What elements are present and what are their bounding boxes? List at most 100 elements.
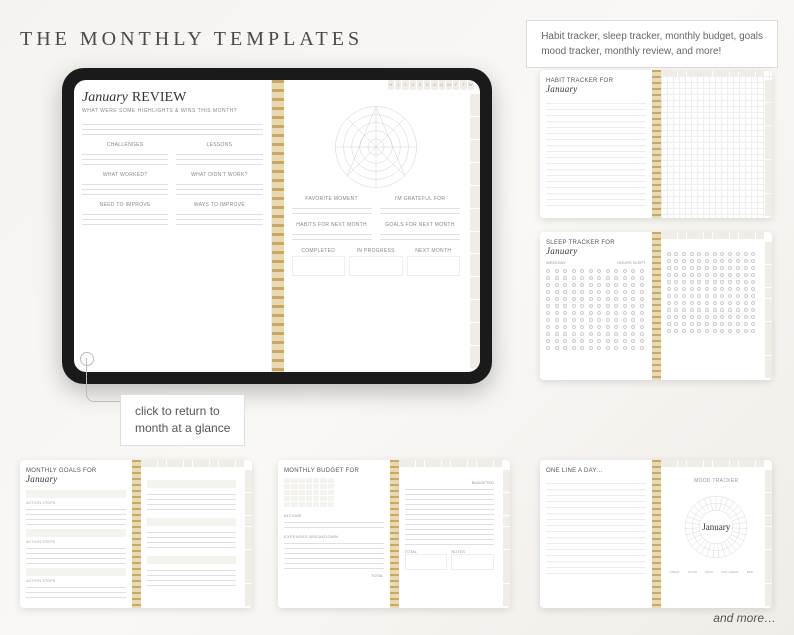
top-tabs — [399, 460, 503, 467]
tab[interactable]: W — [468, 80, 474, 90]
review-prompt: WHAT WERE SOME HIGHLIGHTS & WINS THIS MO… — [82, 108, 263, 114]
month-tab[interactable] — [470, 117, 480, 139]
month-tabs[interactable] — [470, 94, 480, 368]
tab[interactable]: M — [446, 80, 452, 90]
writing-lines — [26, 583, 126, 599]
writing-lines — [176, 210, 262, 228]
radar-chart — [331, 102, 421, 192]
goal-header — [147, 480, 237, 488]
tab[interactable]: 3 — [410, 80, 416, 90]
box — [451, 554, 494, 570]
feature-subtitle: Habit tracker, sleep tracker, monthly bu… — [526, 20, 778, 68]
top-tabs — [661, 460, 765, 467]
side-tabs — [503, 470, 510, 606]
ipad-device: JanuaryREVIEW WHAT WERE SOME HIGHLIGHTS … — [62, 68, 492, 384]
month-tab[interactable] — [470, 140, 480, 162]
month-tab[interactable] — [470, 300, 480, 322]
subtitle-line: Habit tracker, sleep tracker, monthly bu… — [541, 29, 763, 44]
writing-lines — [26, 544, 126, 564]
section-in-progress: IN PROGRESS — [349, 248, 403, 254]
goal-header — [26, 490, 126, 498]
thumb-title: SLEEP TRACKER FOR January — [546, 240, 646, 256]
thumb-title: ONE LINE A DAY… — [546, 468, 646, 474]
spiral-binding — [652, 70, 661, 218]
writing-lines — [292, 230, 372, 244]
review-word: REVIEW — [132, 90, 186, 105]
tab[interactable]: T — [460, 80, 466, 90]
section-favorite: FAVORITE MOMENT — [292, 196, 372, 202]
box — [405, 554, 448, 570]
tab[interactable]: 1 — [395, 80, 401, 90]
thumb-title: MONTHLY GOALS FOR January — [26, 468, 126, 484]
writing-lines — [147, 566, 237, 586]
box — [407, 256, 461, 276]
goal-header — [147, 556, 237, 564]
writing-lines — [380, 230, 460, 244]
thumb-monthly-goals[interactable]: MONTHLY GOALS FOR January ACTION STEPS A… — [20, 460, 252, 608]
habit-grid — [661, 70, 773, 218]
writing-lines — [82, 180, 168, 198]
writing-lines — [176, 150, 262, 168]
total-label: TOTAL — [284, 573, 384, 578]
spiral-binding — [652, 460, 661, 608]
writing-lines — [26, 505, 126, 525]
month-tab[interactable] — [470, 254, 480, 276]
month-tab[interactable] — [470, 232, 480, 254]
top-tabs — [661, 70, 765, 77]
month-tab[interactable] — [470, 94, 480, 116]
habit-rows — [546, 98, 646, 208]
page-title: THE MONTHLY TEMPLATES — [20, 28, 363, 51]
section-need-improve: NEED TO IMPROVE — [82, 202, 168, 208]
thumb-habit-tracker[interactable]: HABIT TRACKER FOR January — [540, 70, 772, 218]
and-more-text: and more… — [713, 611, 776, 625]
thumb-mood-tracker[interactable]: ONE LINE A DAY… MOOD TRACKER January GRE… — [540, 460, 772, 608]
tab[interactable]: H — [388, 80, 394, 90]
section-challenges: CHALLENGES — [82, 142, 168, 148]
ipad-screen: JanuaryREVIEW WHAT WERE SOME HIGHLIGHTS … — [74, 80, 480, 372]
tab[interactable]: 2 — [402, 80, 408, 90]
writing-lines — [82, 150, 168, 168]
spiral-binding — [652, 232, 661, 380]
writing-lines — [380, 204, 460, 218]
thumb-title: MONTHLY BUDGET FOR — [284, 468, 384, 474]
top-tabs[interactable]: H123456QMFTW — [382, 80, 480, 90]
col-label: WEEKDAY — [546, 260, 566, 265]
month-tab[interactable] — [470, 163, 480, 185]
callout-tooltip: click to return to month at a glance — [120, 394, 245, 446]
col-label: HOURS SLEPT — [617, 260, 645, 265]
tab[interactable]: F — [453, 80, 459, 90]
side-tabs — [765, 242, 772, 378]
thumb-sleep-tracker[interactable]: SLEEP TRACKER FOR January WEEKDAY HOURS S… — [540, 232, 772, 380]
goal-header — [26, 529, 126, 537]
writing-lines — [284, 539, 384, 569]
box — [349, 256, 403, 276]
thumb-monthly-budget[interactable]: MONTHLY BUDGET FOR INCOME EXPENSES BREAK… — [278, 460, 510, 608]
writing-lines — [147, 490, 237, 514]
month-tab[interactable] — [470, 186, 480, 208]
box — [292, 256, 346, 276]
section-habits: HABITS FOR NEXT MONTH — [292, 222, 372, 228]
top-tabs — [661, 232, 765, 239]
month-tab[interactable] — [470, 346, 480, 368]
side-tabs — [765, 80, 772, 216]
mood-legend: GREATGOODOKAYNOT GREATBAD — [667, 570, 757, 574]
tab[interactable]: 5 — [424, 80, 430, 90]
tab[interactable]: 6 — [431, 80, 437, 90]
month-tab[interactable] — [470, 323, 480, 345]
month-tab[interactable] — [470, 209, 480, 231]
section-completed: COMPLETED — [292, 248, 346, 254]
section-worked: WHAT WORKED? — [82, 172, 168, 178]
month-tab[interactable] — [470, 277, 480, 299]
writing-lines — [147, 528, 237, 552]
writing-lines — [546, 478, 646, 578]
review-title: JanuaryREVIEW — [82, 90, 263, 106]
writing-lines — [284, 518, 384, 530]
section-goals: GOALS FOR NEXT MONTH — [380, 222, 460, 228]
tab[interactable]: 4 — [417, 80, 423, 90]
tab[interactable]: Q — [439, 80, 445, 90]
mood-month-label: January — [702, 522, 730, 532]
top-tabs — [141, 460, 245, 467]
mini-calendar — [284, 478, 334, 507]
spiral-binding — [272, 80, 284, 372]
subtitle-line: mood tracker, monthly review, and more! — [541, 44, 763, 59]
